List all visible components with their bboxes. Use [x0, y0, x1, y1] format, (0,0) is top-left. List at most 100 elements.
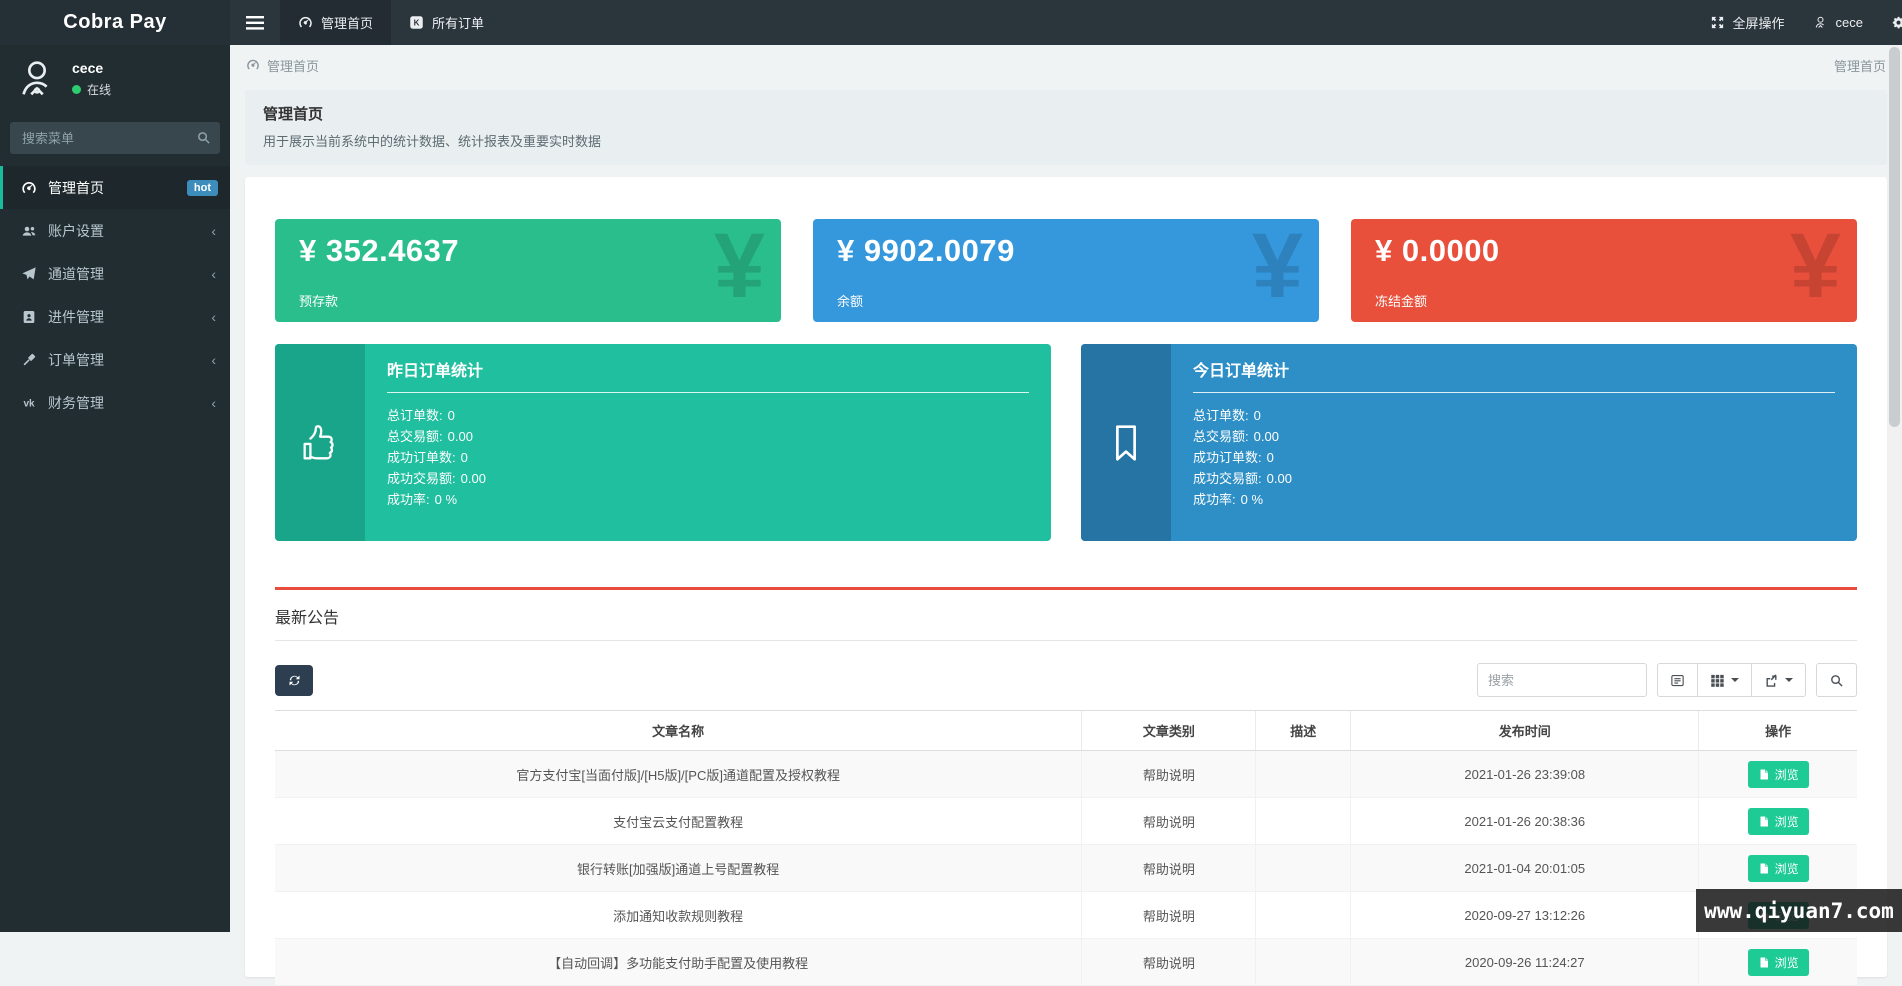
yen-icon: ¥	[1790, 219, 1841, 318]
view-button[interactable]: 浏览	[1748, 949, 1809, 976]
sidebar-item-label: 财务管理	[48, 393, 104, 413]
vertical-scrollbar[interactable]	[1887, 45, 1902, 932]
scrollbar-thumb[interactable]	[1889, 47, 1900, 427]
fullscreen-label: 全屏操作	[1733, 13, 1785, 32]
publish-time: 2021-01-26 20:38:36	[1351, 798, 1699, 845]
sidebar-menu: 管理首页 hot 账户设置 ‹ 通道管理 ‹ 进件管理 ‹ 订单管理 ‹ vk …	[0, 166, 230, 424]
col-article-name[interactable]: 文章名称	[275, 711, 1082, 751]
sidebar-item-finance[interactable]: vk 财务管理 ‹	[0, 381, 230, 424]
user-icon	[1813, 15, 1828, 30]
yen-icon: ¥	[714, 219, 765, 318]
sidebar-user-status: 在线	[87, 81, 111, 98]
topbar-tab-all-orders[interactable]: K 所有订单	[391, 0, 502, 45]
gear-icon	[1891, 15, 1902, 30]
stat-card-deposit[interactable]: ¥ 352.4637 预存款 ¥	[275, 219, 781, 322]
topbar-tab-dashboard[interactable]: 管理首页	[280, 0, 391, 45]
chevron-left-icon: ‹	[211, 309, 216, 325]
sidebar-item-account[interactable]: 账户设置 ‹	[0, 209, 230, 252]
panel-today-orders: 今日订单统计 总订单数:0 总交易额:0.00 成功订单数:0 成功交易额:0.…	[1081, 344, 1857, 541]
list-view-icon	[1670, 673, 1685, 688]
table-row: 官方支付宝[当面付版]/[H5版]/[PC版]通道配置及授权教程 帮助说明 20…	[275, 751, 1857, 798]
stat-label: 余额	[837, 291, 863, 310]
tachometer-icon	[298, 15, 313, 30]
hamburger-icon[interactable]	[230, 0, 280, 45]
sidebar-item-onboarding[interactable]: 进件管理 ‹	[0, 295, 230, 338]
article-category: 帮助说明	[1082, 939, 1256, 986]
topbar: 管理首页 K 所有订单 全屏操作 cece	[230, 0, 1902, 45]
topbar-tab-label: 所有订单	[432, 13, 484, 32]
table-row: 【自动回调】多功能支付助手配置及使用教程 帮助说明 2020-09-26 11:…	[275, 939, 1857, 986]
columns-button[interactable]	[1698, 663, 1752, 697]
article-category: 帮助说明	[1082, 892, 1256, 939]
stat-cards-row: ¥ 352.4637 预存款 ¥ ¥ 9902.0079 余额 ¥ ¥ 0.00…	[275, 219, 1857, 322]
article-name: 添加通知收款规则教程	[275, 892, 1082, 939]
order-panels-row: 昨日订单统计 总订单数:0 总交易额:0.00 成功订单数:0 成功交易额:0.…	[275, 344, 1857, 541]
file-icon	[1758, 862, 1770, 875]
publish-time: 2020-09-26 11:24:27	[1351, 939, 1699, 986]
col-actions[interactable]: 操作	[1699, 711, 1857, 751]
article-desc	[1256, 845, 1351, 892]
col-description[interactable]: 描述	[1256, 711, 1351, 751]
breadcrumb-current[interactable]: 管理首页	[267, 56, 319, 75]
fullscreen-button[interactable]: 全屏操作	[1696, 0, 1799, 45]
chevron-left-icon: ‹	[211, 266, 216, 282]
export-button[interactable]	[1752, 663, 1806, 697]
panel-title: 今日订单统计	[1193, 357, 1835, 393]
col-publish-time[interactable]: 发布时间	[1351, 711, 1699, 751]
vk-icon: vk	[21, 395, 37, 411]
stat-card-frozen[interactable]: ¥ 0.0000 冻结金额 ¥	[1351, 219, 1857, 322]
publish-time: 2020-09-27 13:12:26	[1351, 892, 1699, 939]
red-divider	[275, 587, 1857, 590]
view-button[interactable]: 浏览	[1748, 855, 1809, 882]
topbar-user-button[interactable]: cece	[1799, 0, 1877, 45]
search-button[interactable]	[1816, 663, 1857, 697]
sidebar-username: cece	[72, 60, 111, 76]
topbar-username: cece	[1836, 15, 1863, 30]
chevron-left-icon: ‹	[211, 395, 216, 411]
search-icon	[1829, 673, 1844, 688]
grid-columns-icon	[1710, 673, 1725, 688]
watermark: www.qiyuan7.com	[1696, 889, 1902, 932]
article-desc	[1256, 939, 1351, 986]
tachometer-icon	[246, 58, 260, 72]
table-header-row: 文章名称 文章类别 描述 发布时间 操作	[275, 711, 1857, 751]
sidebar-item-channels[interactable]: 通道管理 ‹	[0, 252, 230, 295]
sidebar-item-label: 通道管理	[48, 264, 104, 284]
yen-icon: ¥	[1252, 219, 1303, 318]
chevron-down-icon	[1731, 678, 1739, 682]
svg-text:vk: vk	[23, 398, 35, 409]
sidebar-item-label: 管理首页	[48, 178, 104, 198]
sidebar-item-label: 账户设置	[48, 221, 104, 241]
announcements-table: 文章名称 文章类别 描述 发布时间 操作 官方支付宝[当面付版]/[H5版]/[…	[275, 710, 1857, 986]
sidebar-user-panel: cece 在线	[0, 45, 230, 114]
app-logo[interactable]: Cobra Pay	[0, 0, 230, 45]
bookmark-icon	[1103, 420, 1149, 466]
file-icon	[1758, 956, 1770, 969]
refresh-icon	[287, 673, 302, 688]
sidebar-item-orders[interactable]: 订单管理 ‹	[0, 338, 230, 381]
view-button[interactable]: 浏览	[1748, 808, 1809, 835]
detail-view-button[interactable]	[1657, 663, 1698, 697]
article-name: 官方支付宝[当面付版]/[H5版]/[PC版]通道配置及授权教程	[275, 751, 1082, 798]
main-content: 管理首页 管理首页 管理首页 用于展示当前系统中的统计数据、统计报表及重要实时数…	[230, 45, 1902, 932]
chevron-down-icon	[1785, 678, 1793, 682]
settings-button[interactable]	[1877, 0, 1902, 45]
sidebar-item-dashboard[interactable]: 管理首页 hot	[0, 166, 230, 209]
breadcrumb-right[interactable]: 管理首页	[1834, 56, 1886, 75]
table-row: 银行转账[加强版]通道上号配置教程 帮助说明 2021-01-04 20:01:…	[275, 845, 1857, 892]
col-article-category[interactable]: 文章类别	[1082, 711, 1256, 751]
stat-amount: ¥ 9902.0079	[837, 233, 1319, 269]
online-dot-icon	[72, 85, 81, 94]
sidebar: Cobra Pay cece 在线 管理首页 hot 账户设置 ‹ 通道管理 ‹	[0, 0, 230, 932]
view-button[interactable]: 浏览	[1748, 761, 1809, 788]
stat-card-balance[interactable]: ¥ 9902.0079 余额 ¥	[813, 219, 1319, 322]
search-icon[interactable]	[196, 130, 211, 145]
stat-amount: ¥ 0.0000	[1375, 233, 1857, 269]
refresh-button[interactable]	[275, 665, 313, 696]
article-desc	[1256, 798, 1351, 845]
publish-time: 2021-01-04 20:01:05	[1351, 845, 1699, 892]
users-icon	[21, 223, 37, 239]
table-search-input[interactable]	[1477, 663, 1647, 697]
thumbs-up-icon	[297, 420, 343, 466]
menu-search-input[interactable]	[10, 122, 220, 154]
